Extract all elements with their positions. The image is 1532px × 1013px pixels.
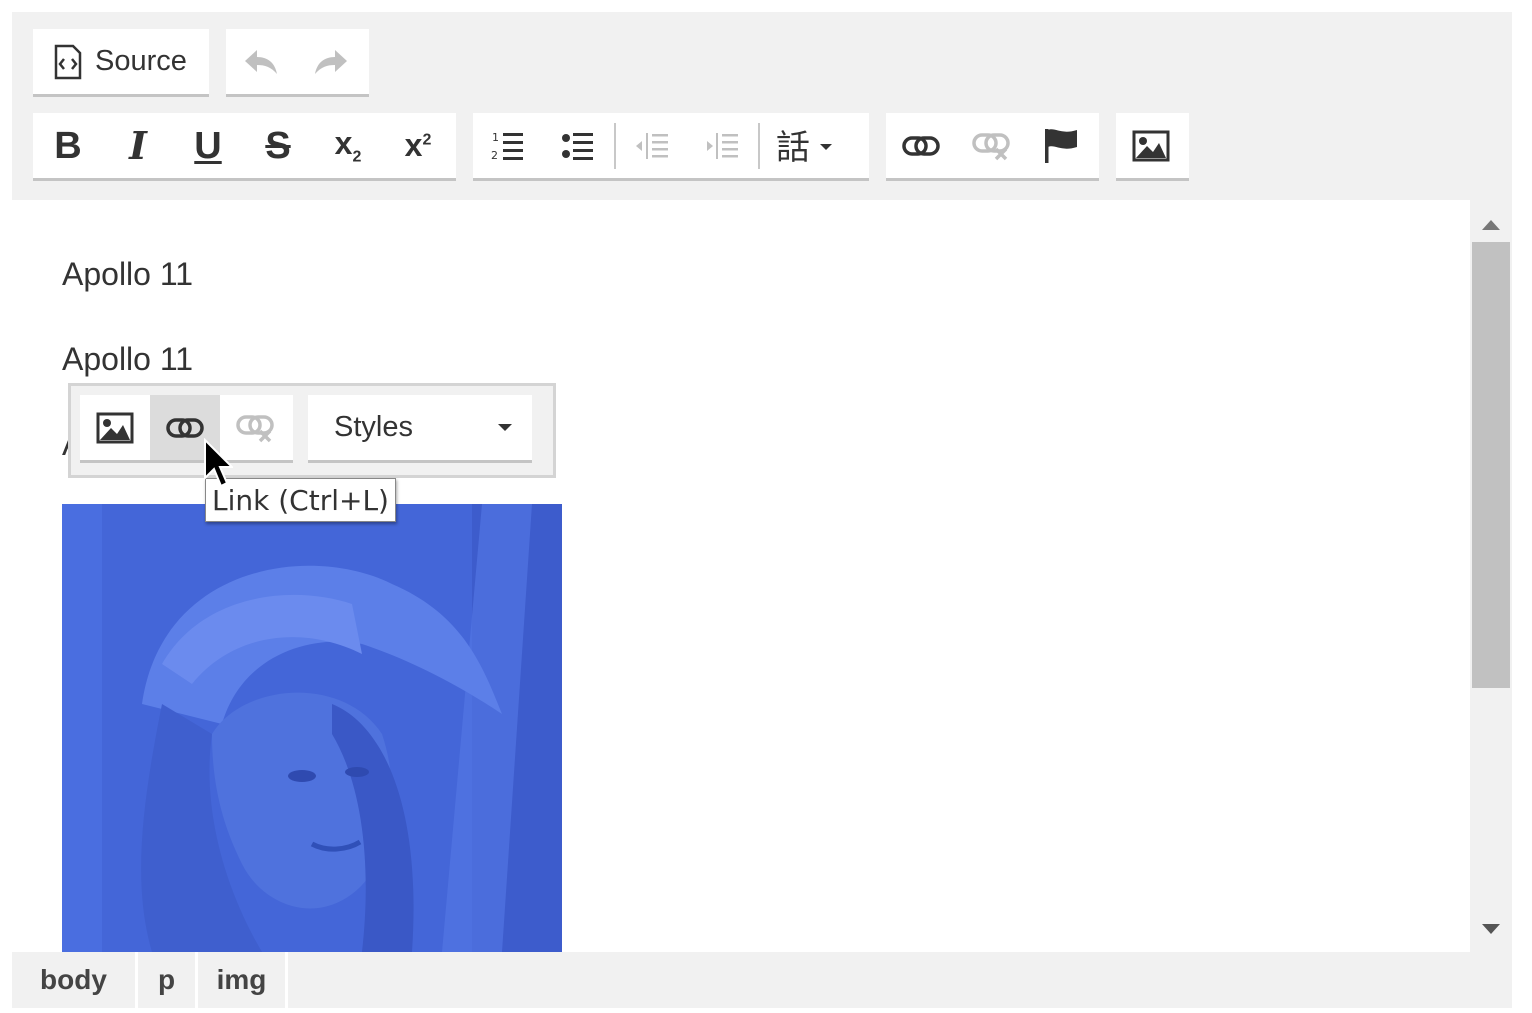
unlink-icon [236,414,274,442]
indent-button[interactable] [687,115,757,177]
photo [62,504,562,952]
superscript-icon: x2 [404,127,432,163]
redo-button[interactable] [296,31,366,93]
element-path-bar: body p img [12,952,1512,1008]
underline-icon: U [194,124,222,167]
anchor-icon [1045,128,1077,163]
context-image-button[interactable] [80,395,150,460]
redo-icon [315,49,347,74]
toolbar-group-history [226,29,369,97]
unlink-icon [972,132,1010,160]
superscript-button[interactable]: x2 [383,115,453,177]
toolbar-group-links [886,113,1099,181]
link-icon [902,135,940,156]
paragraph: Apollo 11 [62,256,194,292]
undo-icon [245,49,277,74]
toolbar-separator [758,122,760,169]
strikethrough-icon: S [265,124,291,167]
svg-text:1: 1 [492,131,499,144]
strikethrough-button[interactable]: S [243,115,313,177]
undo-button[interactable] [226,31,296,93]
toolbar-group-insert [1116,113,1189,181]
toolbar-group-paragraph: 1 2 話 [473,113,869,181]
indent-icon [707,132,738,159]
context-styles-group: Styles [308,395,532,463]
underline-button[interactable]: U [173,115,243,177]
unlink-button[interactable] [956,115,1026,177]
source-icon [54,44,82,79]
styles-dropdown[interactable]: Styles [308,395,530,460]
mouse-cursor-icon [204,438,233,488]
language-icon: 話 [776,128,832,164]
toolbar-separator [614,122,616,169]
source-button[interactable]: Source [33,31,205,93]
inserted-image[interactable] [62,504,562,952]
svg-text:話: 話 [776,128,810,164]
language-button[interactable]: 話 [761,115,849,177]
toolbar-group-basicstyles: B I U S x2 x2 [33,113,456,181]
bulleted-list-button[interactable] [543,115,613,177]
image-icon [96,412,134,443]
link-button[interactable] [886,115,956,177]
numbered-list-icon: 1 2 [491,131,523,162]
paragraph: Apollo 11 [62,341,194,377]
subscript-icon: x2 [334,124,362,166]
link-icon [166,417,204,438]
path-item-body[interactable]: body [12,952,138,1008]
tooltip: Link (Ctrl+L) [205,478,396,522]
outdent-icon [636,132,668,159]
editor-toolbar: Source B I U S x2 x2 1 2 話 [12,12,1512,197]
vertical-scrollbar[interactable] [1470,200,1512,952]
outdent-button[interactable] [617,115,687,177]
scrollbar-thumb[interactable] [1472,242,1510,688]
italic-button[interactable]: I [103,115,173,177]
bold-icon: B [54,124,82,167]
bulleted-list-icon [562,132,593,160]
path-item-p[interactable]: p [138,952,198,1008]
scroll-down-arrow-icon[interactable] [1480,920,1502,940]
scroll-up-arrow-icon[interactable] [1480,214,1502,234]
subscript-button[interactable]: x2 [313,115,383,177]
image-icon [1132,130,1170,161]
image-button[interactable] [1116,115,1186,177]
italic-icon: I [129,122,147,168]
anchor-button[interactable] [1026,115,1096,177]
svg-text:2: 2 [491,149,498,162]
styles-label: Styles [334,411,413,443]
image-context-toolbar: Styles [68,383,556,478]
chevron-down-icon [498,424,512,431]
editor-content[interactable]: Apollo 11 Apollo 11 A [12,200,1470,952]
numbered-list-button[interactable]: 1 2 [473,115,543,177]
toolbar-group-document: Source [33,29,209,97]
bold-button[interactable]: B [33,115,103,177]
context-toolbar-group [80,395,293,463]
source-label: Source [95,45,187,77]
path-item-img[interactable]: img [198,952,288,1008]
